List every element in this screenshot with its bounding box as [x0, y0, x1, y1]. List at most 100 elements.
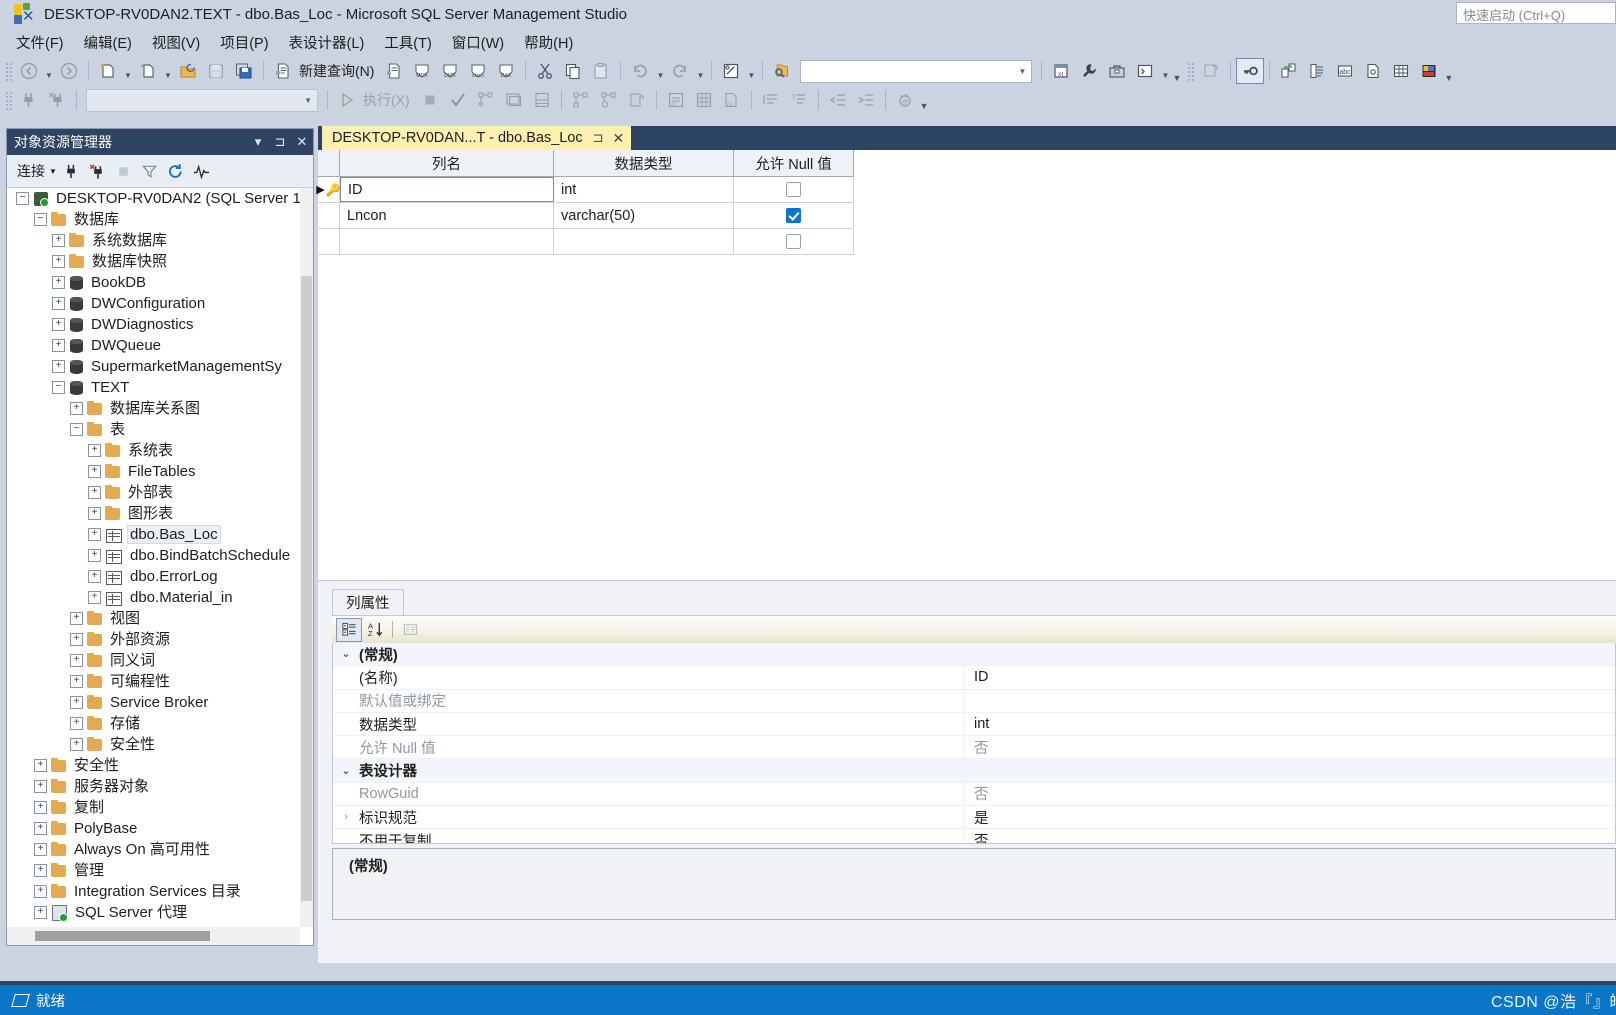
new-project-icon[interactable]	[94, 58, 122, 84]
expand-toggle-icon[interactable]: +	[69, 632, 84, 647]
collapse-toggle-icon[interactable]: −	[33, 212, 48, 227]
new-dmx-query-icon[interactable]: DMX	[436, 58, 464, 84]
quick-launch-input[interactable]: 快速启动 (Ctrl+Q)	[1456, 2, 1616, 24]
tree-node[interactable]: + SQL Server 代理	[7, 902, 300, 923]
expand-toggle-icon[interactable]: +	[69, 695, 84, 710]
allow-nulls-checkbox[interactable]	[786, 208, 801, 223]
tree-node[interactable]: + DWQueue	[7, 335, 300, 356]
new-query-icon[interactable]	[269, 58, 297, 84]
close-icon[interactable]: ✕	[613, 130, 625, 147]
expand-toggle-icon[interactable]: +	[51, 275, 66, 290]
expand-toggle-icon[interactable]: +	[87, 548, 102, 563]
tree-node[interactable]: + dbo.Bas_Loc	[7, 524, 300, 545]
tab-table-designer[interactable]: DESKTOP-RV0DAN...T - dbo.Bas_Loc ⊐ ✕	[322, 126, 632, 150]
tree-vertical-scrollbar[interactable]	[300, 188, 313, 927]
cut-icon[interactable]	[531, 58, 559, 84]
expand-toggle-icon[interactable]: +	[33, 905, 48, 920]
tree-node[interactable]: + PolyBase	[7, 818, 300, 839]
tree-node[interactable]: + BookDB	[7, 272, 300, 293]
results-to-grid2-icon[interactable]	[690, 87, 718, 113]
property-value[interactable]: 否	[964, 783, 1615, 805]
menu-view[interactable]: 视图(V)	[142, 29, 210, 56]
toolbox-icon[interactable]	[1103, 58, 1131, 84]
tree-horizontal-scrollbar[interactable]	[7, 927, 300, 945]
xml-editor-icon[interactable]: x)	[1047, 58, 1075, 84]
command-window-icon[interactable]	[1131, 58, 1159, 84]
toolbar-overflow-icon[interactable]: ▼	[1171, 73, 1184, 86]
script-dropdown-icon[interactable]: ▼	[745, 56, 757, 87]
manage-indexes-icon[interactable]	[1303, 58, 1331, 84]
expand-toggle-icon[interactable]: +	[51, 338, 66, 353]
save-all-icon[interactable]	[230, 58, 258, 84]
menu-table-designer[interactable]: 表设计器(L)	[279, 29, 375, 56]
menu-help[interactable]: 帮助(H)	[514, 29, 583, 56]
close-icon[interactable]: ✕	[291, 131, 313, 153]
menu-project[interactable]: 项目(P)	[210, 29, 278, 56]
connect-button[interactable]: 连接 ▼	[15, 159, 59, 183]
property-value[interactable]: ID	[964, 666, 1615, 688]
decrease-indent-icon[interactable]	[824, 87, 852, 113]
expand-toggle-icon[interactable]: +	[69, 674, 84, 689]
tree-node[interactable]: + dbo.Material_in	[7, 587, 300, 608]
results-to-grid-icon[interactable]	[528, 87, 556, 113]
parse-icon[interactable]	[444, 87, 472, 113]
toolbar-grip[interactable]	[4, 90, 13, 110]
expand-toggle-icon[interactable]: +	[33, 884, 48, 899]
chevron-down-icon[interactable]: ⌄	[333, 765, 359, 776]
object-explorer-tree[interactable]: − DESKTOP-RV0DAN2 (SQL Server 1− 数据库 + 系统数据库…	[7, 188, 313, 945]
new-project-dropdown-icon[interactable]: ▼	[122, 56, 134, 87]
include-actual-plan-icon[interactable]	[567, 87, 595, 113]
tree-node[interactable]: + FileTables	[7, 461, 300, 482]
row-marker[interactable]	[318, 229, 340, 254]
search-combobox[interactable]: ▼	[800, 59, 1033, 83]
expand-toggle-icon[interactable]: +	[33, 842, 48, 857]
toolbar-overflow-icon[interactable]: ▼	[919, 101, 932, 114]
comment-lines-icon[interactable]	[757, 87, 785, 113]
redo-icon[interactable]	[666, 58, 694, 84]
expand-toggle-icon[interactable]: +	[69, 737, 84, 752]
property-value[interactable]: 否	[964, 736, 1615, 758]
stop-icon[interactable]	[111, 159, 137, 183]
expand-toggle-icon[interactable]: +	[69, 653, 84, 668]
data-type-cell[interactable]	[554, 229, 734, 254]
categorized-view-icon[interactable]	[336, 617, 362, 642]
tree-node[interactable]: + 系统表	[7, 440, 300, 461]
relationships-icon[interactable]	[1275, 58, 1303, 84]
expand-toggle-icon[interactable]: +	[51, 296, 66, 311]
redo-dropdown-icon[interactable]: ▼	[694, 56, 706, 87]
expand-toggle-icon[interactable]: +	[69, 611, 84, 626]
expand-toggle-icon[interactable]: +	[87, 485, 102, 500]
expand-toggle-icon[interactable]: +	[87, 506, 102, 521]
new-query-label[interactable]: 新建查询(N)	[297, 61, 380, 81]
expand-toggle-icon[interactable]: +	[33, 821, 48, 836]
tree-node[interactable]: + 同义词	[7, 650, 300, 671]
property-value[interactable]: 否	[964, 829, 1615, 843]
new-analysis-query-icon[interactable]	[380, 58, 408, 84]
allow-nulls-cell[interactable]	[734, 229, 854, 254]
tree-node[interactable]: + 复制	[7, 797, 300, 818]
row-marker[interactable]	[318, 203, 340, 228]
column-name-cell[interactable]: Lncon	[340, 203, 554, 228]
column-name-cell[interactable]	[340, 229, 554, 254]
results-to-text-icon[interactable]: 01	[662, 87, 690, 113]
table-row[interactable]: Lncon varchar(50)	[318, 203, 854, 229]
expand-toggle-icon[interactable]: +	[33, 800, 48, 815]
menu-file[interactable]: 文件(F)	[6, 29, 74, 56]
manage-check-constraints-icon[interactable]: abc	[1331, 58, 1359, 84]
activity-monitor-icon[interactable]	[189, 159, 215, 183]
tree-vertical-thumb[interactable]	[301, 276, 312, 901]
new-item-dropdown-icon[interactable]: ▼	[162, 56, 174, 87]
data-type-cell[interactable]: int	[554, 177, 734, 202]
table-row[interactable]: ▶ 🔑 ID int	[316, 177, 854, 203]
new-item-icon[interactable]	[134, 58, 162, 84]
new-mdx-query-icon[interactable]: MDX	[408, 58, 436, 84]
column-name-cell[interactable]: ID	[340, 177, 554, 202]
command-window-dropdown-icon[interactable]: ▼	[1159, 56, 1171, 87]
allow-nulls-checkbox[interactable]	[786, 182, 801, 197]
increase-indent-icon[interactable]	[852, 87, 880, 113]
expand-toggle-icon[interactable]: +	[51, 317, 66, 332]
tree-node[interactable]: + 服务器对象	[7, 776, 300, 797]
property-row[interactable]: (名称) ID	[333, 666, 1615, 690]
properties-window-icon[interactable]	[1415, 58, 1443, 84]
property-category-row[interactable]: ⌄ (常规)	[333, 643, 1615, 667]
